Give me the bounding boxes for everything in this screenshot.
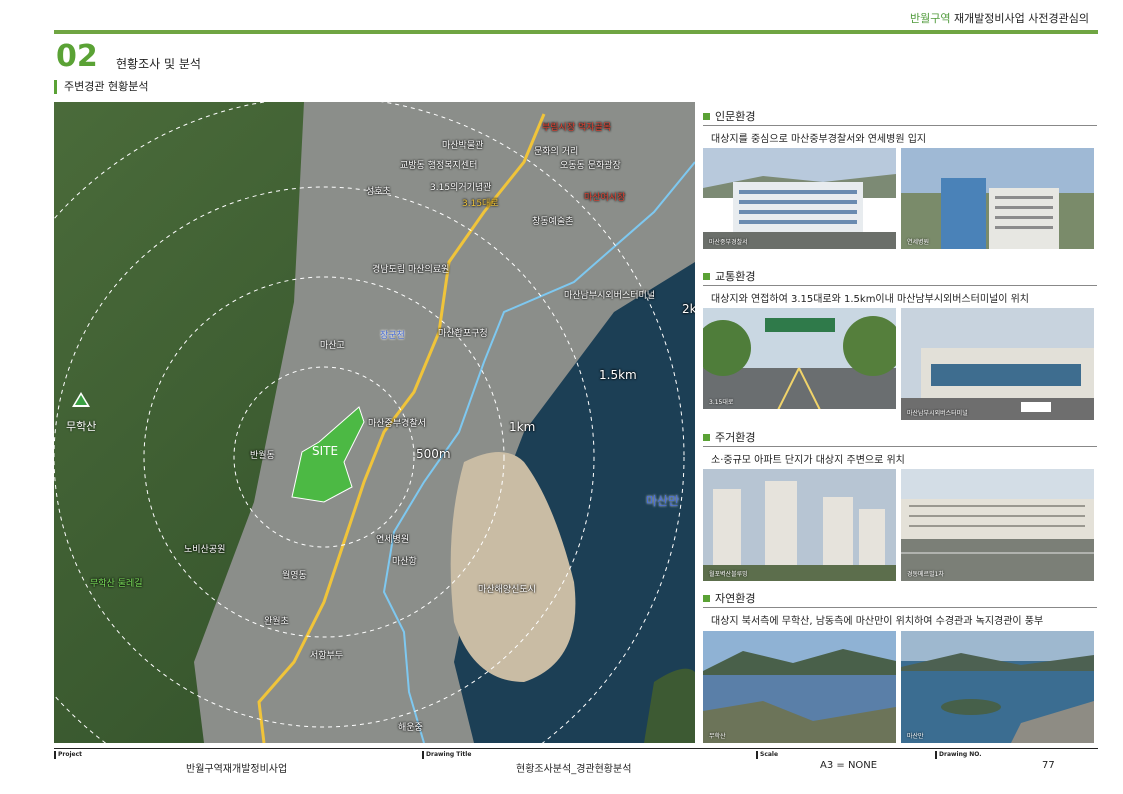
photo-caption: 3.15대로: [709, 399, 734, 406]
panel-description: 대상지를 중심으로 마산중부경찰서와 연세병원 입지: [711, 134, 927, 145]
map-label: 문화의 거리: [534, 147, 579, 157]
photo-apartment-1: 월포벽산블루밍: [703, 469, 896, 581]
panel-heading-residential: 주거환경: [703, 429, 755, 445]
footer-scale-label: Scale: [756, 751, 778, 759]
panel-divider: [703, 446, 1097, 447]
footer-project-label: Project: [54, 751, 82, 759]
apartment-image-2: [901, 469, 1094, 581]
panel-description: 대상지와 연접하여 3.15대로와 1.5km이내 마산남부시외버스터미널이 위…: [711, 294, 1029, 305]
footer-scale: A3 = NONE: [820, 760, 878, 771]
map-label: 마산해양신도시: [478, 585, 536, 595]
photo-caption: 월포벽산블루밍: [709, 571, 748, 578]
radius-label-1km: 1km: [509, 420, 536, 434]
photo-apartment-2: 경동메르빌1차: [901, 469, 1094, 581]
hospital-image: [901, 148, 1094, 249]
header-accent: 반월구역: [909, 12, 951, 25]
map-label: 해운중: [398, 723, 423, 733]
footer-drawing-title-label: Drawing Title: [422, 751, 471, 759]
photo-police-station: 마산중부경찰서: [703, 148, 896, 249]
map-label: 마산박물관: [442, 141, 484, 151]
bullet-square-icon: [703, 595, 710, 602]
map-label: 무학산 둘레길: [90, 579, 143, 589]
map-label: 교방동 행정복지센터: [400, 161, 478, 171]
photo-caption: 마산남부시외버스터미널: [907, 410, 968, 417]
map-label: 서항부두: [310, 651, 344, 661]
mountain-icon: [72, 392, 90, 407]
photo-caption: 무학산: [709, 733, 726, 740]
photo-caption: 경동메르빌1차: [907, 571, 944, 578]
section-subtitle: 주변경관 현황분석: [54, 80, 148, 94]
map-label: 노비산공원: [184, 545, 226, 555]
map-label: 경남도립 마산의료원: [372, 265, 450, 275]
photo-muhaksan: 무학산: [703, 631, 896, 743]
site-label: SITE: [312, 444, 339, 458]
footer-drawing-title: 현황조사분석_경관현황분석: [516, 764, 632, 775]
section-number: 02: [56, 39, 98, 74]
panel-divider: [703, 125, 1097, 126]
photo-caption: 연세병원: [907, 239, 930, 246]
radius-label-500m: 500m: [416, 447, 451, 461]
header-title: 재개발정비사업 사전경관심의: [953, 12, 1089, 25]
map-label: 마산남부시외버스터미널: [564, 291, 656, 301]
bullet-square-icon: [703, 434, 710, 441]
panel-heading-nature: 자연환경: [703, 590, 755, 606]
map-label: 반월동: [250, 451, 275, 461]
panel-description: 소·중규모 아파트 단지가 대상지 주변으로 위치: [711, 455, 905, 466]
panel-divider: [703, 607, 1097, 608]
radius-label-2km: 2k: [682, 302, 695, 316]
masan-bay-image: [901, 631, 1094, 743]
footer-drawing-no-label: Drawing NO.: [935, 751, 982, 759]
police-station-image: [703, 148, 896, 249]
muhaksan-image: [703, 631, 896, 743]
map-label: 3.15의거기념관: [430, 183, 492, 193]
bullet-square-icon: [703, 273, 710, 280]
map-label: 오동동 문화광장: [560, 161, 621, 171]
mountain-label: 무학산: [66, 420, 97, 433]
bus-terminal-image: [901, 308, 1094, 420]
road-label-315: 3.15대로: [462, 199, 499, 209]
road-label-janggun: 장군천: [380, 331, 405, 341]
radius-label-1500m: 1.5km: [599, 368, 637, 382]
footer-drawing-no: 77: [1042, 760, 1055, 771]
panel-heading-humanities: 인문환경: [703, 108, 755, 124]
document-header: 반월구역 재개발정비사업 사전경관심의: [910, 10, 1089, 26]
header-divider: [54, 30, 1098, 34]
map-label: 완월초: [264, 617, 289, 627]
map-label: 성호초: [366, 187, 391, 197]
section-title: 현황조사 및 분석: [116, 57, 201, 71]
photo-masan-bay: 마산만: [901, 631, 1094, 743]
map-label: 부림시장 먹자골목: [542, 123, 612, 133]
bullet-square-icon: [703, 113, 710, 120]
photo-bus-terminal: 마산남부시외버스터미널: [901, 308, 1094, 420]
road-image: [703, 308, 896, 409]
map-label: 마산고: [320, 341, 345, 351]
map-label: 마산항: [392, 557, 417, 567]
map-label: 월영동: [282, 571, 307, 581]
map-label: 마산합포구청: [438, 329, 488, 339]
photo-caption: 마산중부경찰서: [709, 239, 748, 246]
photo-caption: 마산만: [907, 733, 924, 740]
footer-project: 반월구역재개발정비사업: [186, 764, 288, 775]
panel-description: 대상지 북서측에 무학산, 남동측에 마산만이 위치하여 수경관과 녹지경관이 …: [711, 616, 1044, 627]
panel-heading-traffic: 교통환경: [703, 268, 755, 284]
map-label: 연세병원: [376, 535, 410, 545]
photo-hospital: 연세병원: [901, 148, 1094, 249]
panel-divider: [703, 285, 1097, 286]
footer-divider: [54, 748, 1098, 749]
map-label: 마산어시장: [584, 193, 626, 203]
map-label: 창동예술촌: [532, 217, 574, 227]
aerial-map: 무학산 SITE 마산만 500m 1km 1.5km 2k 3.15대로 장군…: [54, 102, 695, 743]
photo-road-315: 3.15대로: [703, 308, 896, 409]
apartment-image-1: [703, 469, 896, 581]
map-label: 마산중부경찰서: [368, 419, 426, 429]
bay-label: 마산만: [646, 494, 680, 508]
